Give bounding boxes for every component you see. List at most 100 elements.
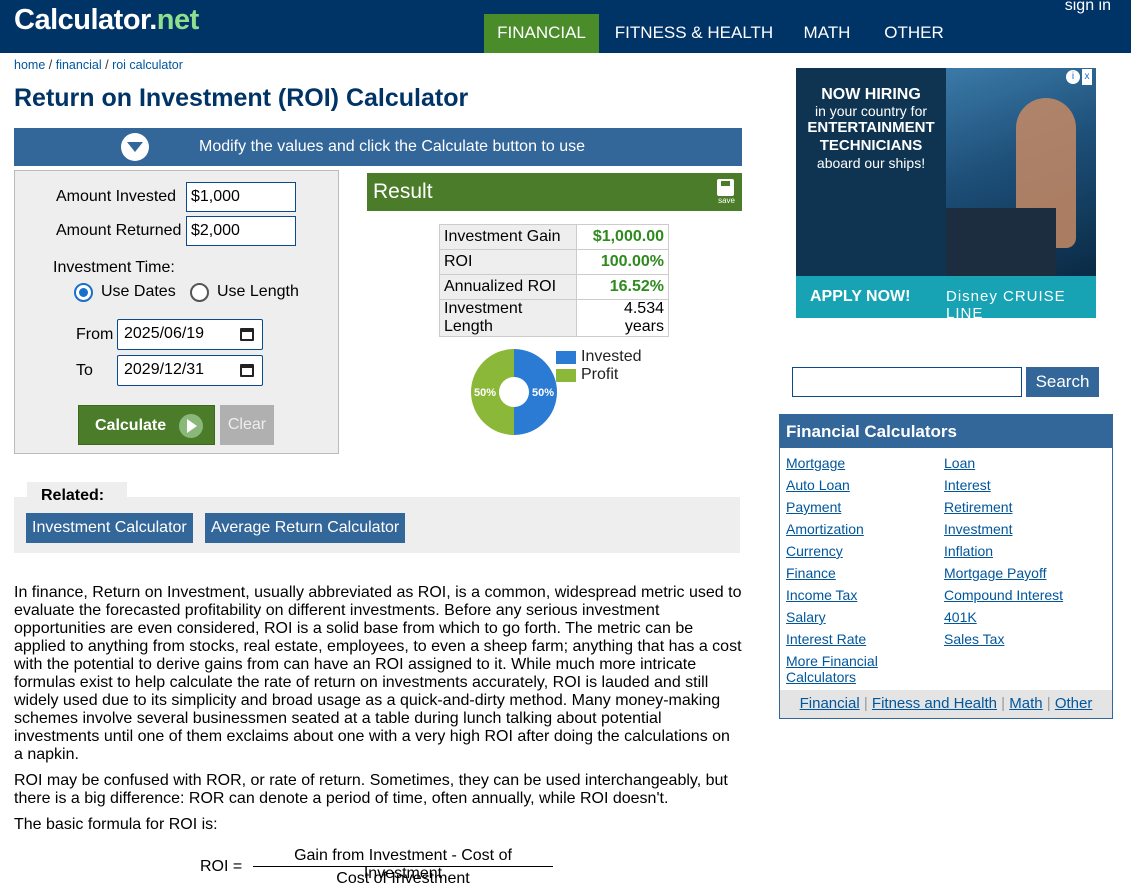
use-length-radio[interactable]	[190, 283, 209, 302]
site-header: Calculator.net FINANCIAL FITNESS & HEALT…	[0, 0, 1131, 53]
ad-footer[interactable]: APPLY NOW! Disney CRUISE LINE	[796, 276, 1096, 318]
ad-tagline: aboard our ships!	[816, 155, 926, 171]
financial-link-income-tax[interactable]: Income Tax	[786, 587, 857, 603]
financial-calculators-title: Financial Calculators	[780, 415, 1112, 448]
result-label: Annualized ROI	[439, 274, 577, 300]
breadcrumb-current[interactable]: roi calculator	[112, 58, 183, 72]
formula-lhs: ROI =	[200, 858, 243, 875]
financial-link-currency[interactable]: Currency	[786, 543, 843, 559]
clear-button[interactable]: Clear	[220, 405, 274, 445]
result-table: Investment Gain $1,000.00 ROI 100.00% Annual…	[439, 224, 669, 337]
calculate-button[interactable]: Calculate	[78, 405, 215, 445]
modify-values-bar[interactable]: Modify the values and click the Calculat…	[14, 128, 742, 166]
ad-brand-logo: Disney CRUISE LINE	[946, 288, 1066, 318]
financial-link-sales-tax[interactable]: Sales Tax	[944, 631, 1004, 647]
footer-sep: |	[863, 695, 868, 712]
intro-paragraph: In finance, Return on Investment, usuall…	[14, 584, 742, 763]
financial-link-retirement[interactable]: Retirement	[944, 499, 1012, 515]
chevron-down-icon[interactable]	[121, 133, 149, 161]
financial-link-loan[interactable]: Loan	[944, 455, 975, 471]
site-logo[interactable]: Calculator.net	[14, 4, 199, 37]
save-icon[interactable]	[717, 179, 734, 196]
amount-invested-input[interactable]	[186, 182, 296, 212]
search-button[interactable]: Search	[1026, 367, 1099, 397]
ad-close-icon[interactable]: x	[1082, 69, 1092, 85]
play-icon	[179, 414, 203, 438]
calculate-button-label: Calculate	[95, 417, 167, 434]
financial-link-interest[interactable]: Interest	[944, 477, 991, 493]
ad-role-1: ENTERTAINMENT	[807, 119, 935, 136]
from-label: From	[76, 326, 114, 343]
financial-link-auto-loan[interactable]: Auto Loan	[786, 477, 850, 493]
to-date-input[interactable]: 2029/12/31	[117, 355, 263, 386]
nav-fitness-health[interactable]: FITNESS & HEALTH	[608, 14, 780, 53]
result-label: Investment Gain	[439, 224, 577, 250]
financial-link-mortgage-payoff[interactable]: Mortgage Payoff	[944, 565, 1046, 581]
footer-link-other[interactable]: Other	[1055, 695, 1093, 712]
pie-label-invested: 50%	[532, 387, 554, 399]
result-row: ROI 100.00%	[439, 249, 669, 275]
to-date-value: 2029/12/31	[124, 361, 205, 378]
breadcrumb-sep: /	[105, 58, 109, 72]
ad-apply-now[interactable]: APPLY NOW!	[810, 288, 910, 306]
financial-link-compound-interest[interactable]: Compound Interest	[944, 587, 1063, 603]
financial-calculators-box: Financial Calculators Mortgage Auto Loan P…	[779, 414, 1113, 719]
category-footer-links: Financial | Fitness and Health | Math | …	[780, 690, 1112, 718]
ad-info-icon[interactable]: i	[1066, 70, 1080, 84]
nav-other[interactable]: OTHER	[874, 14, 954, 53]
search-input[interactable]	[792, 367, 1022, 397]
pie-label-profit: 50%	[474, 387, 496, 399]
more-financial-calculators-link[interactable]: More Financial	[786, 653, 878, 669]
advertisement[interactable]: NOW HIRING in your country for ENTERTAIN…	[796, 68, 1096, 318]
financial-link-mortgage[interactable]: Mortgage	[786, 455, 845, 471]
financial-link-investment[interactable]: Investment	[944, 521, 1012, 537]
calendar-icon[interactable]	[240, 364, 254, 377]
result-value: $1,000.00	[576, 224, 669, 250]
footer-link-financial[interactable]: Financial	[800, 695, 860, 712]
formula-fraction-line	[253, 866, 553, 867]
use-length-label[interactable]: Use Length	[217, 283, 299, 301]
related-average-return-calculator[interactable]: Average Return Calculator	[205, 513, 406, 543]
result-value: 100.00%	[576, 249, 669, 275]
nav-financial[interactable]: FINANCIAL	[484, 14, 599, 53]
page-title: Return on Investment (ROI) Calculator	[14, 84, 469, 112]
formula-intro: The basic formula for ROI is:	[14, 816, 218, 833]
ad-console-image	[946, 208, 1056, 276]
calendar-icon[interactable]	[240, 328, 254, 341]
breadcrumb-financial[interactable]: financial	[56, 58, 102, 72]
from-date-value: 2025/06/19	[124, 325, 205, 342]
use-dates-radio[interactable]	[74, 283, 93, 302]
financial-link-payment[interactable]: Payment	[786, 499, 841, 515]
financial-link-finance[interactable]: Finance	[786, 565, 836, 581]
amount-returned-label: Amount Returned	[56, 222, 182, 239]
footer-link-fitness-health[interactable]: Fitness and Health	[872, 695, 997, 712]
result-row: Investment Gain $1,000.00	[439, 224, 669, 250]
result-value: 16.52%	[576, 274, 669, 300]
modify-values-text: Modify the values and click the Calculat…	[199, 138, 585, 155]
legend-label-profit: Profit	[581, 366, 619, 383]
breadcrumb-home[interactable]: home	[14, 58, 45, 72]
use-dates-label[interactable]: Use Dates	[101, 283, 176, 301]
financial-link-401k[interactable]: 401K	[944, 609, 977, 625]
financial-link-amortization[interactable]: Amortization	[786, 521, 864, 537]
more-financial-calculators-link-2[interactable]: Calculators	[786, 669, 856, 685]
nav-math[interactable]: MATH	[790, 14, 864, 53]
formula-denominator: Cost of Investment	[336, 870, 470, 887]
from-date-input[interactable]: 2025/06/19	[117, 319, 263, 350]
financial-link-interest-rate[interactable]: Interest Rate	[786, 631, 866, 647]
to-label: To	[76, 362, 93, 379]
amount-returned-input[interactable]	[186, 216, 296, 246]
save-label[interactable]: save	[718, 196, 735, 205]
result-label: ROI	[439, 249, 577, 275]
financial-link-inflation[interactable]: Inflation	[944, 543, 993, 559]
legend-swatch-invested	[556, 351, 576, 364]
footer-link-math[interactable]: Math	[1009, 695, 1042, 712]
related-investment-calculator[interactable]: Investment Calculator	[26, 513, 193, 543]
sign-in-link[interactable]: sign in	[1065, 0, 1111, 15]
breadcrumb-sep: /	[48, 58, 53, 72]
result-label: Investment Length	[439, 299, 577, 337]
result-value: 4.534 years	[576, 299, 669, 337]
result-title: Result	[373, 180, 433, 203]
financial-link-salary[interactable]: Salary	[786, 609, 826, 625]
legend-swatch-profit	[556, 369, 576, 382]
